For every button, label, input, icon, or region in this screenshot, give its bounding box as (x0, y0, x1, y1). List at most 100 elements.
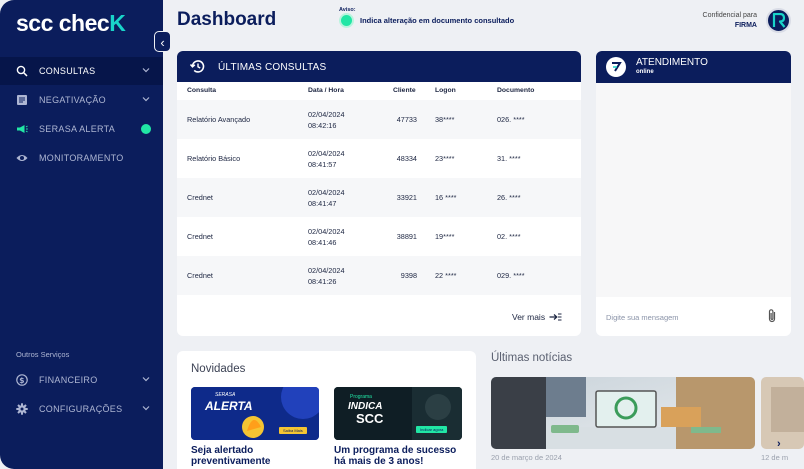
card-header: ÚLTIMAS CONSULTAS (177, 51, 581, 82)
column-header: Cliente (393, 87, 416, 94)
news-image (761, 377, 804, 449)
cell-consulta: Crednet (187, 232, 213, 241)
card-title: Novidades (191, 363, 246, 375)
chevron-right-icon: › (777, 438, 781, 450)
sidebar-item-consultas[interactable]: CONSULTAS (0, 57, 163, 85)
section-title: Últimas notícias (491, 352, 573, 364)
banner-button: Saiba Mais (279, 427, 307, 434)
cell-datetime: 02/04/2024 08:41:57 (308, 149, 345, 169)
indica-scc-banner[interactable]: Programa INDICA SCC Indicar agora (334, 387, 462, 440)
card-header: ATENDIMENTO online (596, 51, 791, 83)
cell-logon: 38**** (435, 115, 455, 124)
banner-small-text: SERASA (215, 392, 236, 398)
chat-brand-icon (606, 57, 626, 77)
serasa-alerta-banner[interactable]: SERASA ALERTA Saiba Mais (191, 387, 319, 440)
cell-consulta: Relatório Básico (187, 154, 241, 163)
cell-datetime: 02/04/2024 08:41:26 (308, 266, 345, 286)
sidebar-item-label: CONFIGURAÇÕES (39, 404, 123, 414)
sidebar-item-label: CONSULTAS (39, 66, 96, 76)
chevron-down-icon (142, 68, 150, 73)
table-row[interactable]: Relatório Básico 02/04/2024 08:41:57 4833… (177, 139, 581, 178)
document-icon (16, 94, 28, 106)
banner-big-text: SCC (356, 411, 384, 426)
cell-consulta: Relatório Avançado (187, 115, 251, 124)
confidential-label: Confidencial para (702, 12, 757, 19)
search-icon (16, 65, 28, 77)
sidebar-item-label: NEGATIVAÇÃO (39, 95, 106, 105)
cell-logon: 23**** (435, 154, 455, 163)
table-row[interactable]: Crednet 02/04/2024 08:41:47 33921 16 ****… (177, 178, 581, 217)
cell-cliente: 9398 (400, 271, 417, 280)
column-header: Logon (435, 87, 456, 94)
banner-small-text: Programa (350, 394, 372, 400)
sidebar-section-label: Outros Serviços (16, 350, 70, 359)
firm-name: FIRMA (734, 22, 757, 29)
table-row[interactable]: Crednet 02/04/2024 08:41:26 9398 22 **** … (177, 256, 581, 295)
news-image (491, 377, 755, 449)
aviso-text: Indica alteração em documento consultado (360, 16, 515, 25)
cell-documento: 029. **** (497, 271, 525, 280)
cell-cliente: 33921 (396, 193, 417, 202)
news-caption[interactable]: Seja alertado preventivamente (191, 445, 270, 467)
cell-consulta: Crednet (187, 271, 213, 280)
table-row[interactable]: Crednet 02/04/2024 08:41:46 38891 19**** … (177, 217, 581, 256)
table-row[interactable]: Relatório Avançado 02/04/2024 08:42:16 47… (177, 100, 581, 139)
cell-datetime: 02/04/2024 08:41:47 (308, 188, 345, 208)
paperclip-icon[interactable] (766, 308, 778, 324)
cell-logon: 19**** (435, 232, 455, 241)
cell-documento: 31. **** (497, 154, 521, 163)
chat-message-input[interactable]: Digite sua mensagem (606, 313, 679, 322)
sidebar-item-label: MONITORAMENTO (39, 153, 124, 163)
carousel-next-button[interactable]: › (777, 438, 781, 450)
chevron-left-icon: ‹ (160, 35, 165, 50)
column-header: Data / Hora (308, 87, 344, 94)
ver-mais-label: Ver mais (512, 312, 546, 322)
cell-cliente: 47733 (396, 115, 417, 124)
chat-title: ATENDIMENTO (636, 57, 708, 68)
news-photo[interactable] (761, 377, 804, 449)
sidebar-item-monitoramento[interactable]: MONITORAMENTO (0, 144, 163, 172)
cell-consulta: Crednet (187, 193, 213, 202)
dollar-icon: $ (16, 374, 28, 386)
cell-datetime: 02/04/2024 08:41:46 (308, 227, 345, 247)
cell-documento: 026. **** (497, 115, 525, 124)
ver-mais-link[interactable]: Ver mais (512, 312, 562, 322)
sidebar-item-financeiro[interactable]: $ FINANCEIRO (0, 366, 163, 394)
column-header: Documento (497, 87, 535, 94)
news-caption[interactable]: Um programa de sucesso há mais de 3 anos! (334, 445, 456, 467)
ultimas-consultas-card: ÚLTIMAS CONSULTAS Consulta Data / Hora C… (177, 51, 581, 336)
sidebar-item-label: SERASA ALERTA (39, 124, 116, 134)
atendimento-card: ATENDIMENTO online Digite sua mensagem (596, 51, 791, 336)
news-date: 20 de março de 2024 (491, 453, 562, 462)
sidebar-item-label: FINANCEIRO (39, 375, 98, 385)
alert-indicator (141, 124, 151, 134)
cell-documento: 02. **** (497, 232, 521, 241)
aviso-label: Aviso: (339, 7, 356, 13)
gear-icon (16, 403, 28, 415)
sidebar-item-configuracoes[interactable]: CONFIGURAÇÕES (0, 395, 163, 423)
sidebar: scc checK CONSULTAS NEGATIVAÇÃO SERASA A… (0, 0, 163, 469)
cell-cliente: 38891 (396, 232, 417, 241)
cell-cliente: 48334 (396, 154, 417, 163)
cell-documento: 26. **** (497, 193, 521, 202)
chevron-down-icon (142, 406, 150, 411)
eye-icon (16, 152, 28, 164)
user-logo-icon (772, 13, 785, 28)
cell-logon: 22 **** (435, 271, 457, 280)
chevron-down-icon (142, 377, 150, 382)
sidebar-item-negativacao[interactable]: NEGATIVAÇÃO (0, 86, 163, 114)
avatar[interactable] (766, 8, 791, 33)
novidades-card: Novidades SERASA ALERTA Saiba Mais Progr… (177, 351, 476, 469)
brand-logo[interactable]: scc checK (16, 10, 126, 37)
collapse-sidebar-button[interactable]: ‹ (154, 31, 171, 52)
sidebar-item-serasa-alerta[interactable]: SERASA ALERTA (0, 115, 163, 143)
chevron-down-icon (142, 97, 150, 102)
cell-logon: 16 **** (435, 193, 457, 202)
aviso-indicator (341, 15, 352, 26)
banner-big-text: ALERTA (205, 399, 253, 413)
news-photo[interactable] (491, 377, 755, 449)
cell-datetime: 02/04/2024 08:42:16 (308, 110, 345, 130)
news-date: 12 de m (761, 453, 789, 462)
arrow-right-icon (549, 313, 562, 321)
column-header: Consulta (187, 87, 217, 94)
